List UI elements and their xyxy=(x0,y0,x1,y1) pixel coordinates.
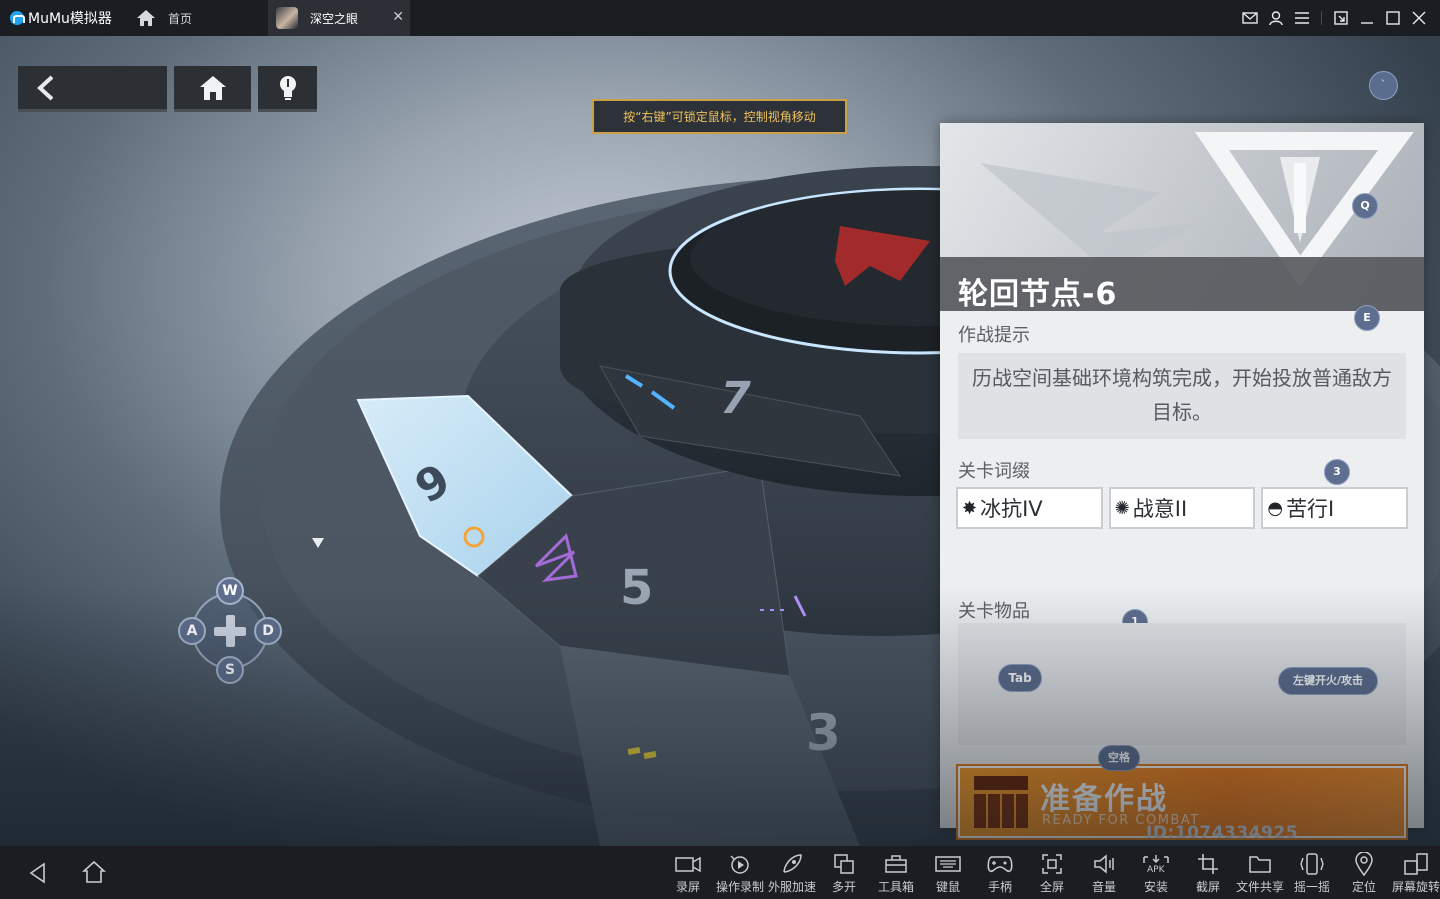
android-home-button[interactable] xyxy=(81,860,107,888)
key-a[interactable]: A xyxy=(178,617,206,645)
supply-crate-icon xyxy=(974,776,1028,828)
stage-detail-panel: 轮回节点-6 Q E 作战提示 历战空间基础环境构筑完成，开始投放普通敌方目标。… xyxy=(940,123,1424,838)
stage-affix-label: 关卡词缀 xyxy=(958,461,1030,482)
tool-record[interactable]: 录屏 xyxy=(662,850,714,896)
stage-items-label: 关卡物品 xyxy=(958,601,1030,622)
rotate-icon xyxy=(1403,850,1429,878)
close-icon[interactable] xyxy=(1406,0,1432,36)
app-brand: MuMu模拟器 xyxy=(0,8,132,28)
battle-icon: ✺ xyxy=(1114,497,1130,519)
restore-icon[interactable] xyxy=(1328,0,1354,36)
tool-macro[interactable]: 操作录制 xyxy=(714,850,766,896)
lightbulb-icon xyxy=(279,75,296,100)
triangle-back-icon xyxy=(29,862,45,884)
user-icon[interactable] xyxy=(1263,0,1289,36)
dpad-cross-icon xyxy=(226,615,235,647)
tool-keymap[interactable]: 键鼠 xyxy=(922,850,974,896)
emulator-toolbar: 录屏 操作录制 外服加速 多开 工具箱 键鼠 手柄 全屏 音量 APK 安装 截… xyxy=(0,846,1440,899)
tool-location[interactable]: 定位 xyxy=(1338,850,1390,896)
key-hint-q[interactable]: Q xyxy=(1352,193,1378,219)
affix-battle-will[interactable]: ✺ 战意II xyxy=(1108,487,1256,529)
combat-button-title: 准备作战 xyxy=(1040,782,1168,817)
record-icon xyxy=(675,850,701,878)
tool-multi-instance[interactable]: 多开 xyxy=(818,850,870,896)
title-bar: MuMu模拟器 首页 深空之眼 ✕ xyxy=(0,0,1440,36)
affix-hardship[interactable]: ◓ 苦行I xyxy=(1261,487,1409,529)
multi-icon xyxy=(833,850,855,878)
macro-icon xyxy=(728,850,752,878)
affix-label: 战意II xyxy=(1132,497,1188,521)
svg-text:APK: APK xyxy=(1147,865,1166,875)
tool-volume[interactable]: 音量 xyxy=(1078,850,1130,896)
key-hint-space[interactable]: 空格 xyxy=(1098,745,1140,771)
key-hint-e[interactable]: E xyxy=(1354,305,1380,331)
affix-list: ✸ 冰抗IV ✺ 战意II ◓ 苦行I xyxy=(956,487,1409,529)
combat-hint-text: 历战空间基础环境构筑完成，开始投放普通敌方目标。 xyxy=(958,353,1406,439)
tab-home-label: 首页 xyxy=(168,11,193,26)
combat-hint-label: 作战提示 xyxy=(958,325,1030,346)
hint-button[interactable] xyxy=(258,66,317,112)
back-button[interactable] xyxy=(18,66,167,112)
key-hint-tab[interactable]: Tab xyxy=(998,664,1042,692)
tab-home[interactable]: 首页 xyxy=(132,0,268,36)
maximize-icon[interactable] xyxy=(1380,0,1406,36)
crop-icon xyxy=(1197,850,1219,878)
tool-shake[interactable]: 摇一摇 xyxy=(1286,850,1338,896)
wasd-control[interactable]: W A S D xyxy=(176,577,284,685)
hardship-icon: ◓ xyxy=(1267,497,1284,519)
android-back-button[interactable] xyxy=(28,862,48,888)
key-hint-backtick[interactable]: ` xyxy=(1369,71,1398,100)
minimize-icon[interactable] xyxy=(1354,0,1380,36)
apk-icon: APK xyxy=(1142,850,1170,878)
divider xyxy=(1321,11,1322,25)
player-id: ID:1074334925 xyxy=(1146,823,1299,843)
folder-icon xyxy=(1248,850,1272,878)
tool-rotate-screen[interactable]: 屏幕旋转 xyxy=(1390,850,1440,896)
keyboard-icon xyxy=(935,850,961,878)
key-hint-fire[interactable]: 左键开火/攻击 xyxy=(1278,667,1378,695)
toolbox-icon xyxy=(884,850,908,878)
key-s[interactable]: S xyxy=(216,656,244,684)
shake-icon xyxy=(1299,850,1325,878)
key-hint-3[interactable]: 3 xyxy=(1324,459,1350,485)
house-icon xyxy=(199,75,226,100)
gamepad-icon xyxy=(986,850,1014,878)
tab-close-icon[interactable]: ✕ xyxy=(392,9,404,25)
tab-game[interactable]: 深空之眼 ✕ xyxy=(268,0,410,36)
tab-game-label: 深空之眼 xyxy=(310,11,359,26)
tool-file-share[interactable]: 文件共享 xyxy=(1234,850,1286,896)
tool-fullscreen[interactable]: 全屏 xyxy=(1026,850,1078,896)
volume-icon xyxy=(1092,850,1116,878)
game-avatar xyxy=(276,7,298,29)
stage-title: 轮回节点-6 xyxy=(958,277,1118,312)
mumu-logo-icon xyxy=(10,11,25,25)
affix-label: 苦行I xyxy=(1286,497,1335,521)
tool-toolbox[interactable]: 工具箱 xyxy=(870,850,922,896)
fullscreen-icon xyxy=(1041,850,1063,878)
window-controls xyxy=(1237,0,1440,36)
key-w[interactable]: W xyxy=(216,577,244,605)
home-outline-icon xyxy=(81,860,107,883)
back-arrow-icon xyxy=(37,75,54,100)
game-viewport[interactable]: 6 7 5 3 按“右键”可锁定鼠标，控制视角移动 ` W A S D 轮回节点… xyxy=(0,36,1440,846)
frost-icon: ✸ xyxy=(962,497,978,519)
tool-gamepad[interactable]: 手柄 xyxy=(974,850,1026,896)
menu-icon[interactable] xyxy=(1289,0,1315,36)
mail-icon[interactable] xyxy=(1237,0,1263,36)
stage-number-3: 3 xyxy=(806,704,841,762)
tool-screenshot[interactable]: 截屏 xyxy=(1182,850,1234,896)
affix-label: 冰抗IV xyxy=(980,497,1043,521)
tool-accelerate[interactable]: 外服加速 xyxy=(766,850,818,896)
mouse-lock-tooltip: 按“右键”可锁定鼠标，控制视角移动 xyxy=(592,99,847,134)
home-icon xyxy=(137,10,155,26)
stage-number-5: 5 xyxy=(620,560,654,616)
tool-install-apk[interactable]: APK 安装 xyxy=(1130,850,1182,896)
affix-frost[interactable]: ✸ 冰抗IV xyxy=(956,487,1103,529)
key-d[interactable]: D xyxy=(254,617,282,645)
tool-strip: 录屏 操作录制 外服加速 多开 工具箱 键鼠 手柄 全屏 音量 APK 安装 截… xyxy=(662,850,1440,896)
app-name: MuMu模拟器 xyxy=(28,11,112,27)
home-button[interactable] xyxy=(174,66,251,112)
rocket-icon xyxy=(780,850,804,878)
location-icon xyxy=(1354,850,1374,878)
